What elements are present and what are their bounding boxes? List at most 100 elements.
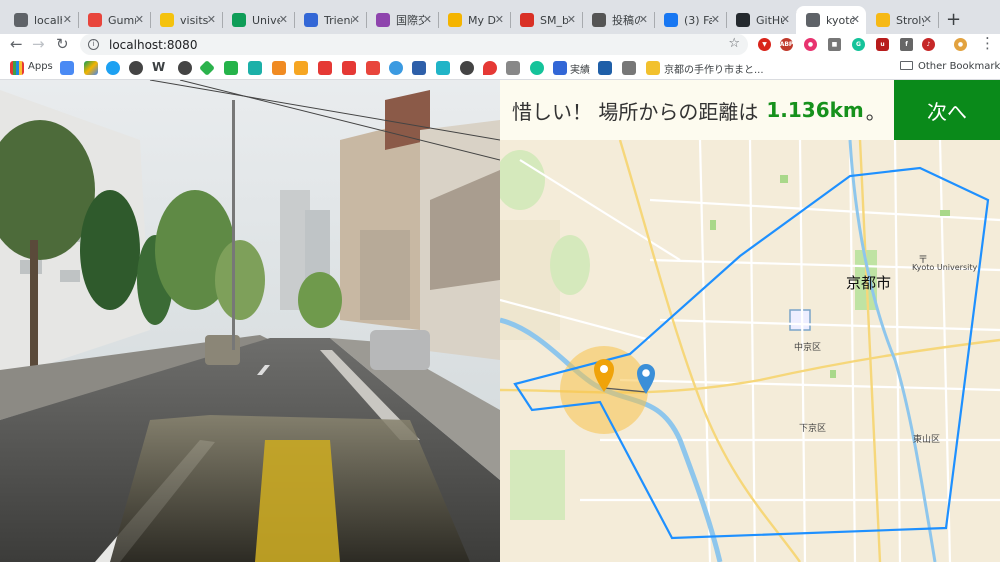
- tab-separator: [938, 12, 939, 28]
- w-bookmark[interactable]: W: [152, 60, 165, 74]
- close-tab-icon[interactable]: ✕: [639, 13, 648, 26]
- tab-title: 投稿の: [612, 14, 640, 27]
- tab-5[interactable]: Trienn✕: [294, 6, 367, 34]
- close-tab-icon[interactable]: ✕: [63, 13, 72, 26]
- docs-bookmark-icon[interactable]: [553, 61, 567, 75]
- tab-1[interactable]: localh✕: [4, 6, 79, 34]
- tab-12[interactable]: kyoto ✕: [796, 6, 866, 34]
- map-pin-bookmark-icon[interactable]: [483, 61, 497, 75]
- tab-title: localh: [34, 13, 62, 27]
- bookmarks-bar: Apps W 実績 京都の手作り市まと... Other Bookmarks: [0, 56, 1000, 80]
- ward-label-higashiyama: 東山区: [913, 435, 941, 445]
- red-extension-icon[interactable]: ♪: [922, 38, 935, 51]
- reload-icon[interactable]: ↻: [56, 35, 69, 53]
- up-bookmark-icon[interactable]: [224, 61, 238, 75]
- tab-7[interactable]: My Dr✕: [438, 6, 511, 34]
- globe-bookmark-icon[interactable]: [178, 61, 192, 75]
- globe-icon: [806, 13, 820, 27]
- yellow-bookmark-icon[interactable]: [646, 61, 660, 75]
- close-tab-icon[interactable]: ✕: [351, 13, 360, 26]
- pdf-icon: [520, 13, 534, 27]
- bookmark-apps[interactable]: Apps: [28, 61, 53, 72]
- ward-label-nakagyo: 中京区: [794, 343, 822, 353]
- close-tab-icon[interactable]: ✕: [923, 13, 932, 26]
- blue-arrow-bookmark-icon[interactable]: [598, 61, 612, 75]
- result-prefix: 惜しい！ 場所からの距離は: [512, 99, 759, 124]
- red-bookmark-icon-2[interactable]: [342, 61, 356, 75]
- red-bookmark-icon[interactable]: [318, 61, 332, 75]
- drive-bookmark-icon[interactable]: [84, 61, 98, 75]
- tab-9[interactable]: 投稿の ✕: [582, 6, 655, 34]
- address-url: localhost:8080: [109, 37, 198, 52]
- street-view-panel[interactable]: [0, 80, 500, 562]
- result-suffix: 。: [865, 99, 886, 124]
- purple-app-icon: [376, 13, 390, 27]
- pink-extension-icon[interactable]: ●: [804, 38, 817, 51]
- tab-title: 国際交: [396, 14, 424, 27]
- globe-icon: [14, 13, 28, 27]
- globe-bookmark-icon[interactable]: [460, 61, 474, 75]
- forward-icon[interactable]: →: [32, 35, 45, 53]
- tab-11[interactable]: GitHu ✕: [726, 6, 797, 34]
- green-diamond-bookmark-icon[interactable]: [199, 60, 215, 76]
- tab-title: (3) Fa: [684, 13, 712, 27]
- tab-10[interactable]: (3) Fa ✕: [654, 6, 727, 34]
- result-map[interactable]: 京都市 〒 Kyoto University 中京区 下京区 東山区: [500, 140, 1000, 562]
- game-content: 惜しい！ 場所からの距離は 1.136km 。 次へ 京都市 〒 Kyoto U…: [0, 80, 1000, 562]
- next-button[interactable]: 次へ: [894, 80, 1000, 140]
- tab-8[interactable]: SM_b ✕: [510, 6, 583, 34]
- abp-extension-icon[interactable]: ABP: [780, 38, 793, 51]
- globe-bookmark-icon[interactable]: [129, 61, 143, 75]
- seven-bookmark-icon[interactable]: [436, 61, 450, 75]
- tab-3[interactable]: visits ✕: [150, 6, 223, 34]
- folder-icon: [900, 61, 913, 70]
- grammarly-extension-icon[interactable]: G: [852, 38, 865, 51]
- wordpress-icon: [592, 13, 606, 27]
- figure-bookmark-icon[interactable]: [412, 61, 426, 75]
- close-tab-icon[interactable]: ✕: [135, 13, 144, 26]
- close-tab-icon[interactable]: ✕: [279, 13, 288, 26]
- close-tab-icon[interactable]: ✕: [207, 13, 216, 26]
- twitter-bookmark-icon[interactable]: [106, 61, 120, 75]
- chat-icon: [160, 13, 174, 27]
- orange-bookmark-icon[interactable]: [272, 61, 286, 75]
- new-tab-button[interactable]: +: [946, 9, 961, 30]
- close-tab-icon[interactable]: ✕: [423, 13, 432, 26]
- tab-title: Stroly: [896, 13, 924, 27]
- profile-avatar[interactable]: ●: [954, 38, 967, 51]
- grammarly-bookmark-icon[interactable]: [530, 61, 544, 75]
- bookmark-kyoto-tezukuri[interactable]: 京都の手作り市まと...: [664, 61, 764, 76]
- stripes-bookmark-icon[interactable]: [294, 61, 308, 75]
- university-label: Kyoto University: [912, 263, 978, 272]
- bookmark-star-icon[interactable]: ☆: [728, 36, 740, 51]
- gray-bookmark-icon[interactable]: [622, 61, 636, 75]
- bookmark-jisseki[interactable]: 実績: [570, 61, 590, 76]
- close-tab-icon[interactable]: ✕: [781, 13, 790, 26]
- tab-title: Gumm: [108, 13, 136, 27]
- tab-4[interactable]: Unive ✕: [222, 6, 295, 34]
- tab-6[interactable]: 国際交 ✕: [366, 6, 439, 34]
- f-extension-icon[interactable]: f: [900, 38, 913, 51]
- address-bar[interactable]: i localhost:8080 ☆: [80, 34, 748, 55]
- tab-2[interactable]: Gumm✕: [78, 6, 151, 34]
- close-tab-icon[interactable]: ✕: [711, 13, 720, 26]
- menu-icon[interactable]: ⋮: [980, 34, 995, 52]
- camera-extension-icon[interactable]: ■: [828, 38, 841, 51]
- wordpress-bookmark-icon[interactable]: [506, 61, 520, 75]
- close-tab-icon[interactable]: ✕: [495, 13, 504, 26]
- w-teal-bookmark-icon[interactable]: [248, 61, 262, 75]
- apps-grid-icon[interactable]: [10, 61, 24, 75]
- tab-13[interactable]: Stroly✕: [866, 6, 939, 34]
- site-info-icon[interactable]: i: [88, 39, 99, 50]
- gumroad-bookmark-icon[interactable]: [366, 61, 380, 75]
- ublock-extension-icon[interactable]: u: [876, 38, 889, 51]
- tab-title: visits: [180, 13, 208, 27]
- vivaldi-extension-icon[interactable]: ▼: [758, 38, 771, 51]
- close-tab-icon[interactable]: ✕: [851, 13, 860, 26]
- back-icon[interactable]: ←: [10, 35, 23, 53]
- translate-bookmark-icon[interactable]: [60, 61, 74, 75]
- other-bookmarks[interactable]: Other Bookmarks: [900, 61, 1000, 72]
- close-tab-icon[interactable]: ✕: [567, 13, 576, 26]
- blue-globe-bookmark-icon[interactable]: [389, 61, 403, 75]
- city-label: 京都市: [846, 274, 892, 292]
